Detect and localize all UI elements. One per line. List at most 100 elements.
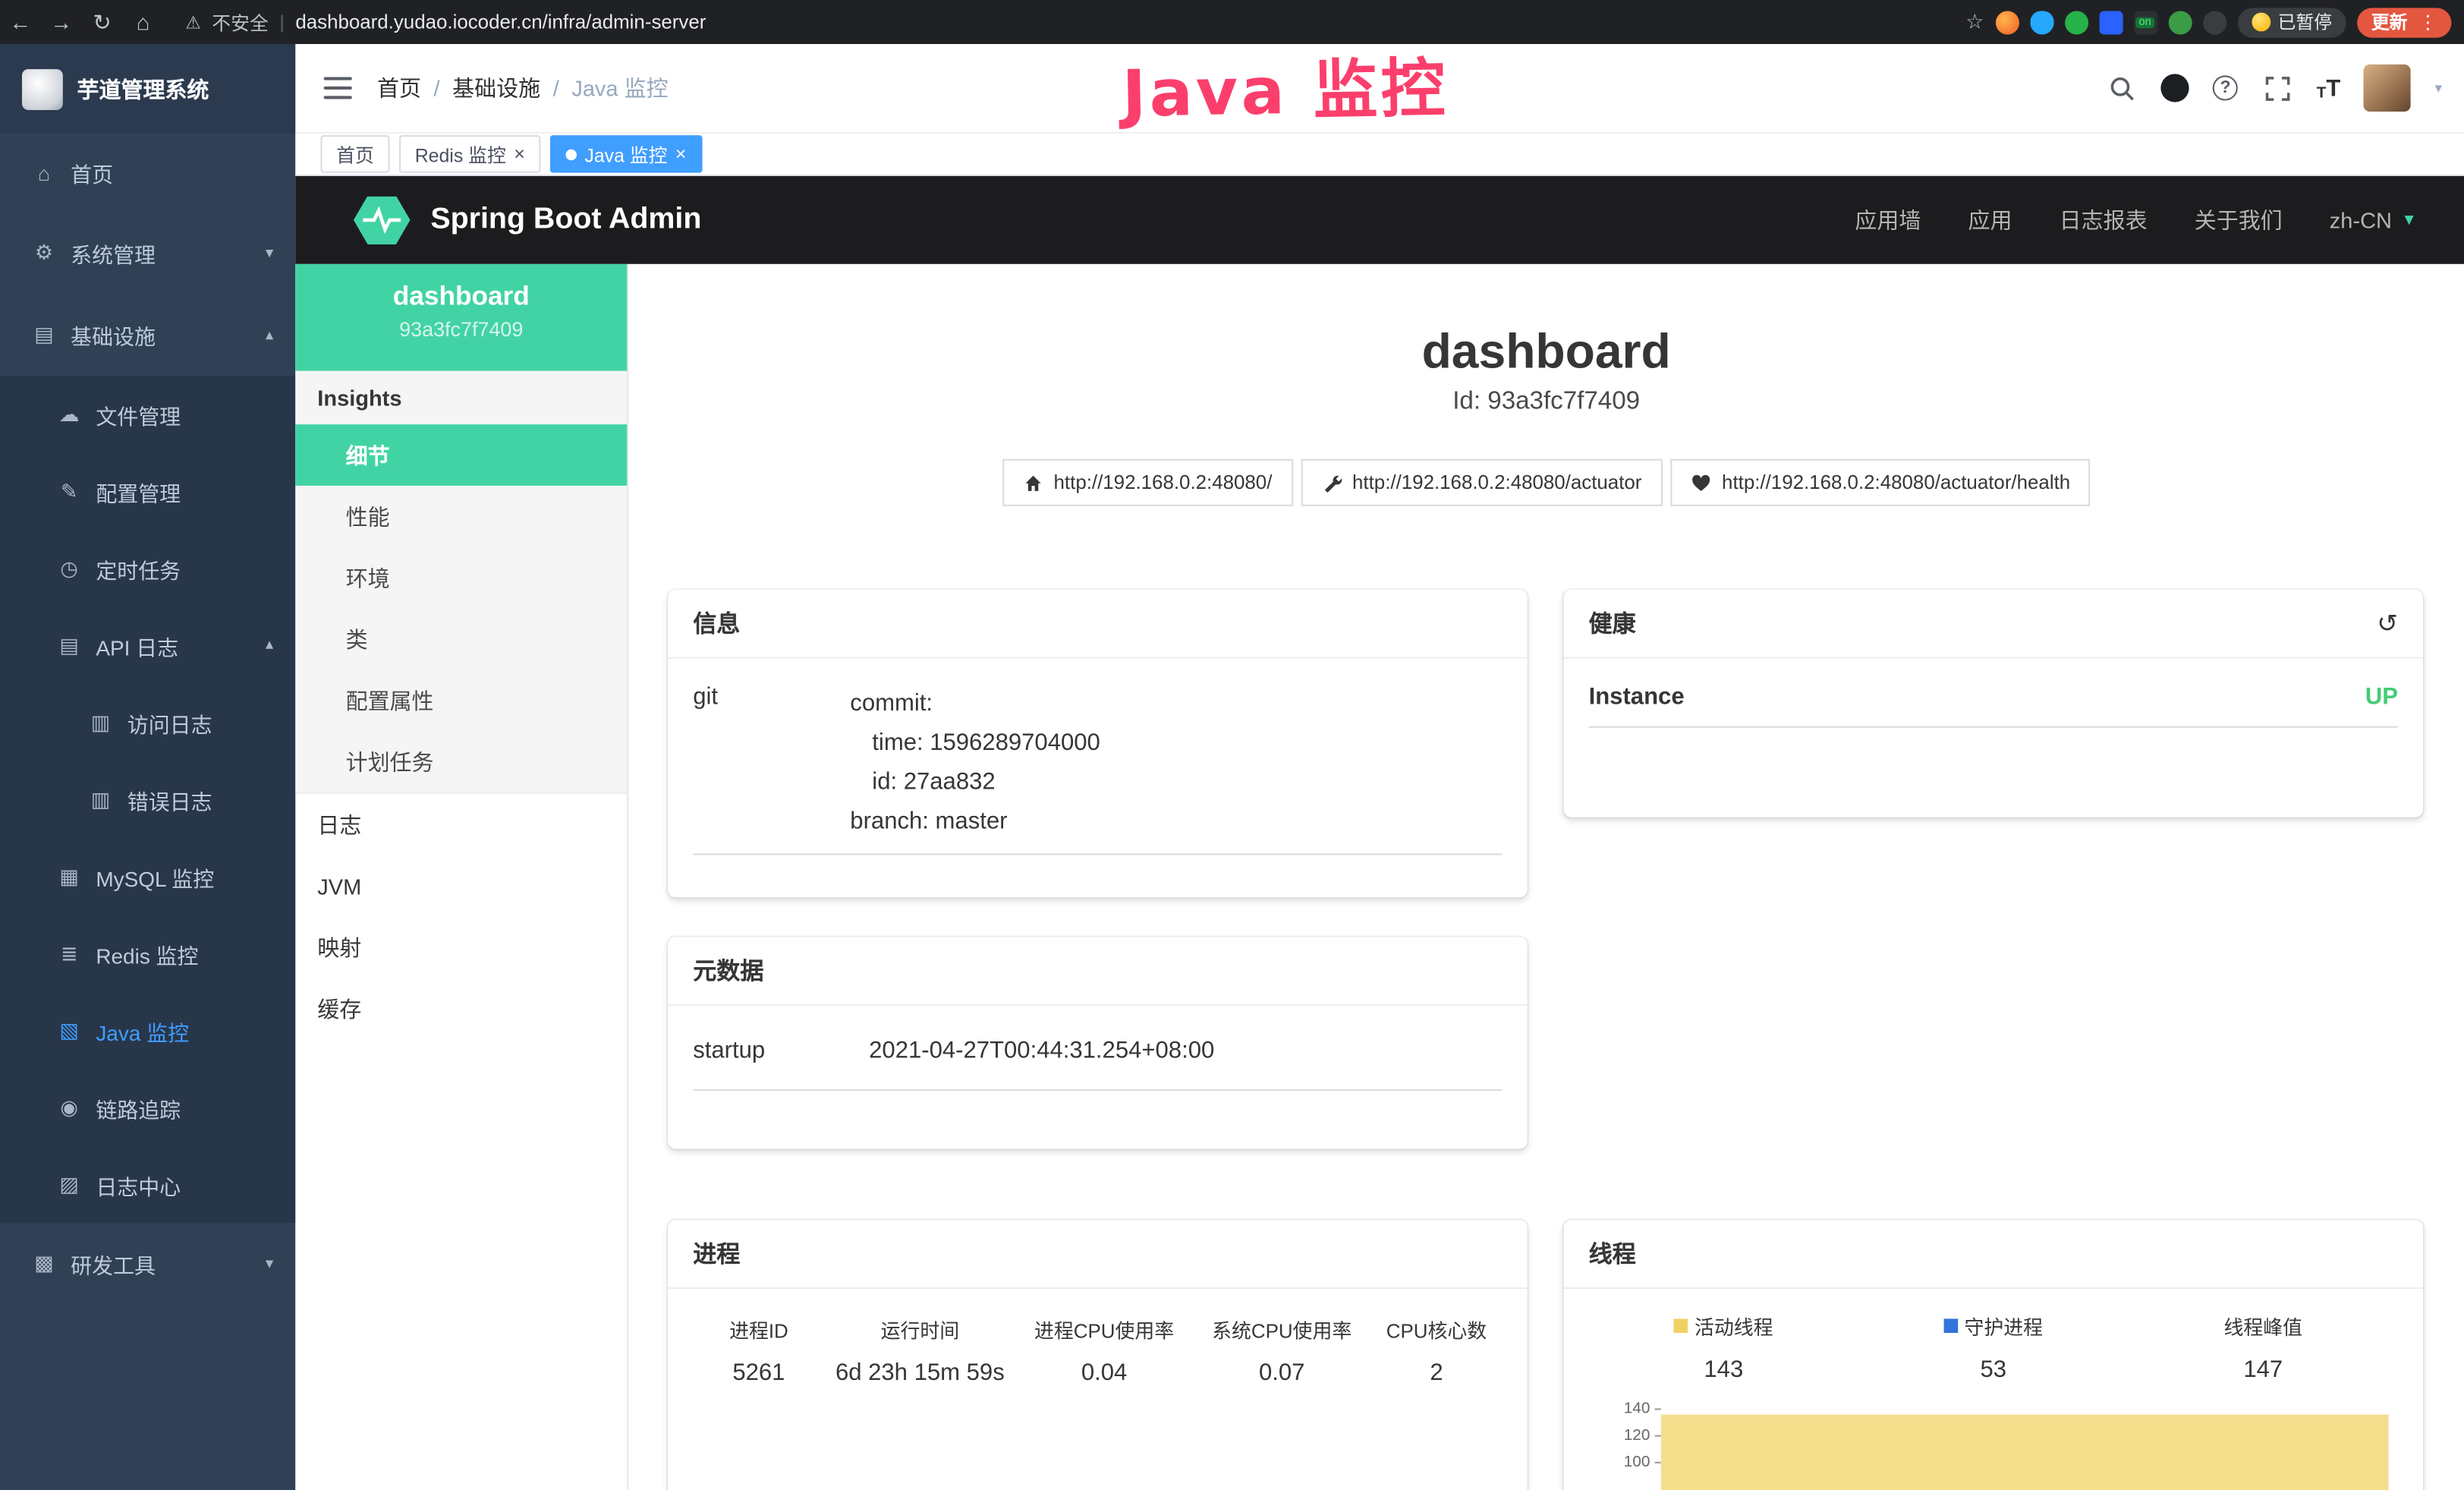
- document-icon: ▤: [57, 632, 82, 657]
- sidebar-item-java-monitor[interactable]: ▧ Java 监控: [0, 992, 295, 1069]
- tab-java-monitor[interactable]: Java 监控 ×: [550, 135, 702, 173]
- metadata-row: startup 2021-04-27T00:44:31.254+08:00: [693, 1031, 1502, 1091]
- sidebar-item-api-log[interactable]: ▤ API 日志 ▴: [0, 606, 295, 683]
- log-center-icon: ▨: [57, 1172, 82, 1197]
- extension-green-icon[interactable]: [2064, 10, 2088, 33]
- sidebar-item-label: 系统管理: [71, 238, 156, 269]
- sba-item-metrics[interactable]: 性能: [295, 486, 627, 547]
- gear-icon: ⚙: [31, 241, 56, 266]
- extension-dark-icon[interactable]: [2202, 10, 2226, 33]
- fullscreen-icon[interactable]: [2261, 72, 2292, 103]
- sba-item-environment[interactable]: 环境: [295, 547, 627, 609]
- chevron-down-icon: ▾: [266, 244, 273, 262]
- threads-card-title: 线程: [1589, 1237, 1636, 1270]
- home-chrome-icon[interactable]: ⌂: [123, 9, 164, 34]
- sba-item-config-props[interactable]: 配置属性: [295, 669, 627, 731]
- extension-drop-icon[interactable]: [2029, 10, 2053, 33]
- sidebar-item-access-log[interactable]: ▥ 访问日志: [0, 684, 295, 761]
- health-card: 健康 ↺ Instance UP: [1563, 590, 2423, 817]
- column-header: CPU核心数: [1370, 1314, 1502, 1344]
- column-header: 进程ID: [693, 1314, 824, 1344]
- process-table: 进程ID 运行时间 进程CPU使用率 系统CPU使用率 CPU核心数 5261 …: [693, 1314, 1502, 1386]
- forward-icon[interactable]: →: [41, 9, 82, 34]
- sba-item-scheduled-tasks[interactable]: 计划任务: [295, 731, 627, 792]
- close-icon[interactable]: ×: [514, 145, 525, 164]
- info-card: 信息 git commit: time: 1596289704000 id: 2…: [668, 590, 1528, 898]
- history-icon[interactable]: ↺: [2377, 607, 2398, 638]
- github-icon[interactable]: [2161, 74, 2189, 102]
- git-info-row: git commit: time: 1596289704000 id: 27aa…: [693, 684, 1502, 855]
- sba-nav-journal[interactable]: 日志报表: [2060, 204, 2148, 235]
- address-bar[interactable]: ⚠ 不安全 | dashboard.yudao.iocoder.cn/infra…: [185, 8, 706, 35]
- sidebar-item-home[interactable]: ⌂ 首页: [0, 134, 295, 213]
- health-url-link[interactable]: http://192.168.0.2:48080/actuator/health: [1670, 459, 2091, 506]
- extension-fox-icon[interactable]: [1995, 10, 2019, 33]
- update-label: 更新: [2371, 9, 2408, 34]
- sba-nav-about[interactable]: 关于我们: [2195, 204, 2283, 235]
- extension-leaf-icon[interactable]: [2168, 10, 2192, 33]
- live-threads-area: [1661, 1415, 2389, 1490]
- sidebar-item-file-management[interactable]: ☁ 文件管理: [0, 376, 295, 452]
- peak-threads-value: 147: [2129, 1356, 2398, 1383]
- daemon-threads-value: 53: [1858, 1356, 2128, 1383]
- search-icon[interactable]: [2106, 72, 2137, 103]
- instance-id-line: Id: 93a3fc7f7409: [628, 388, 2464, 416]
- header-actions: ? TT ▾: [2106, 65, 2442, 112]
- close-icon[interactable]: ×: [675, 145, 687, 164]
- edit-icon: ✎: [57, 479, 82, 504]
- app-logo[interactable]: 芋道管理系统: [0, 44, 295, 134]
- tag-bar: 首页 Redis 监控 × Java 监控 ×: [295, 134, 2464, 176]
- help-icon[interactable]: ?: [2213, 75, 2238, 100]
- sba-item-details[interactable]: 细节: [295, 424, 627, 486]
- column-header: 进程CPU使用率: [1015, 1314, 1193, 1344]
- metadata-card: 元数据 startup 2021-04-27T00:44:31.254+08:0…: [668, 937, 1528, 1149]
- sba-item-mappings[interactable]: 映射: [295, 916, 627, 978]
- bookmark-star-icon[interactable]: ☆: [1965, 9, 1984, 34]
- sidebar-item-log-center[interactable]: ▨ 日志中心: [0, 1146, 295, 1223]
- sba-item-logs[interactable]: 日志: [295, 794, 627, 855]
- sidebar-item-label: Java 监控: [96, 1015, 189, 1046]
- update-button[interactable]: 更新 ⋮: [2357, 7, 2451, 36]
- breadcrumb-home[interactable]: 首页: [377, 72, 421, 103]
- avatar-caret-icon[interactable]: ▾: [2435, 80, 2442, 97]
- caret-down-icon: ▼: [2401, 212, 2417, 229]
- service-url-link[interactable]: http://192.168.0.2:48080/: [1002, 459, 1292, 506]
- sidebar-item-config-management[interactable]: ✎ 配置管理: [0, 452, 295, 529]
- health-instance-row: Instance UP: [1589, 684, 2398, 728]
- chrome-menu-icon[interactable]: ⋮: [2418, 11, 2437, 33]
- process-uptime: 6d 23h 15m 59s: [825, 1359, 1015, 1386]
- sba-nav-wallboard[interactable]: 应用墙: [1855, 204, 1921, 235]
- font-size-icon[interactable]: TT: [2317, 74, 2341, 101]
- instance-header[interactable]: dashboard 93a3fc7f7409: [295, 264, 627, 371]
- reload-icon[interactable]: ↻: [82, 8, 123, 35]
- collapse-sidebar-icon[interactable]: [324, 77, 352, 99]
- sidebar-item-dev-tools[interactable]: ▩ 研发工具 ▾: [0, 1223, 295, 1305]
- breadcrumb-infrastructure[interactable]: 基础设施: [452, 72, 540, 103]
- sba-nav-applications[interactable]: 应用: [1968, 204, 2012, 235]
- sba-item-classes[interactable]: 类: [295, 608, 627, 669]
- sidebar-item-redis-monitor[interactable]: ≣ Redis 监控: [0, 915, 295, 991]
- extension-grid-icon[interactable]: [2099, 10, 2123, 33]
- sidebar-item-infrastructure[interactable]: ▤ 基础设施 ▴: [0, 294, 295, 376]
- sba-brand-title: Spring Boot Admin: [430, 203, 701, 238]
- language-selector[interactable]: zh-CN ▼: [2330, 207, 2417, 232]
- sidebar-item-system[interactable]: ⚙ 系统管理 ▾: [0, 213, 295, 295]
- sidebar-item-tracing[interactable]: ◉ 链路追踪: [0, 1069, 295, 1145]
- tab-home[interactable]: 首页: [320, 135, 389, 173]
- back-icon[interactable]: ←: [0, 9, 41, 34]
- actuator-url-link[interactable]: http://192.168.0.2:48080/actuator: [1301, 459, 1663, 506]
- legend-daemon: 守护进程: [1858, 1311, 2128, 1340]
- sidebar-item-error-log[interactable]: ▥ 错误日志: [0, 761, 295, 837]
- user-avatar[interactable]: [2364, 65, 2411, 112]
- sba-item-jvm[interactable]: JVM: [295, 855, 627, 917]
- sba-item-caches[interactable]: 缓存: [295, 978, 627, 1039]
- extension-switch-icon[interactable]: on: [2133, 10, 2157, 33]
- emoji-face-icon: [2251, 13, 2270, 32]
- cpu-cores: 2: [1370, 1359, 1502, 1386]
- logo-avatar: [22, 68, 63, 109]
- tab-redis-monitor[interactable]: Redis 监控 ×: [399, 135, 540, 173]
- sidebar-item-scheduled-tasks[interactable]: ◷ 定时任务: [0, 530, 295, 606]
- sidebar-item-mysql-monitor[interactable]: ▦ MySQL 监控: [0, 838, 295, 915]
- paused-badge[interactable]: 已暂停: [2237, 7, 2346, 36]
- legend-live: 活动线程: [1589, 1311, 1858, 1340]
